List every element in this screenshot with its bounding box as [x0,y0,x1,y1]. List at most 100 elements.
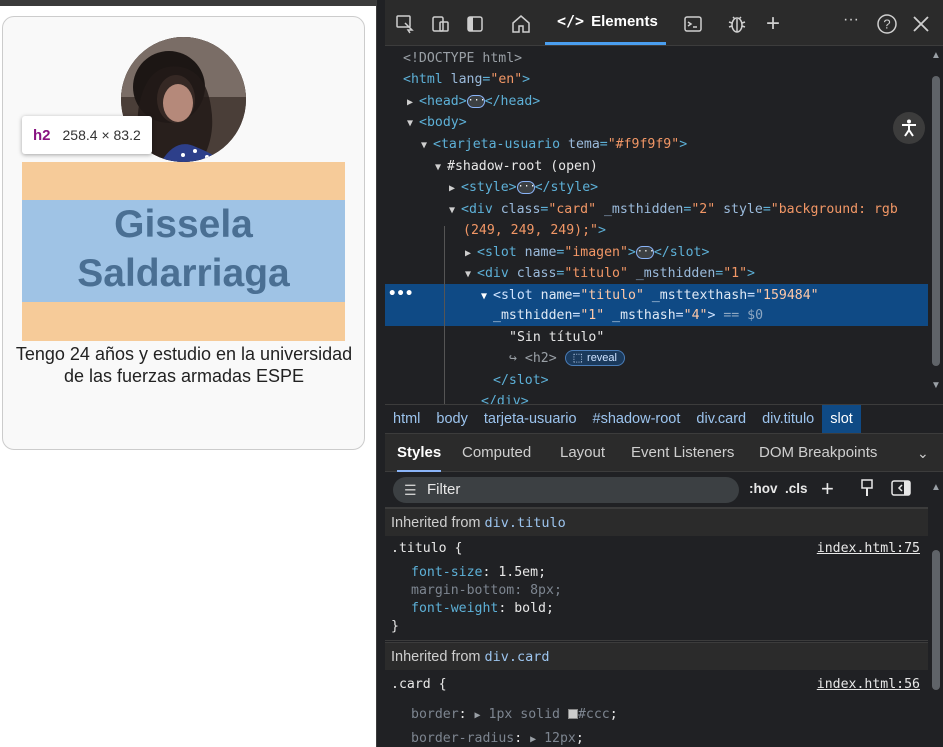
scroll-down-arrow-icon[interactable]: ▼ [931,380,941,391]
collapsed-content-icon[interactable]: ··· [635,245,655,259]
dom-line-shadow-root[interactable]: ▼ #shadow-root (open) [435,156,598,177]
slot-close-tag: </slot> [493,373,549,388]
dom-line-div-card-cont[interactable]: (249, 249, 249);"> [463,220,606,241]
collapse-triangle-icon[interactable]: ▼ [465,264,477,285]
dom-line-html[interactable]: <html lang="en"> [403,69,530,90]
add-tab-icon[interactable]: + [761,10,785,37]
dom-line-slot-end[interactable]: </slot> [493,370,549,391]
dock-side-icon[interactable] [463,12,487,36]
tab-dom-breakpoints[interactable]: DOM Breakpoints [759,434,877,472]
collapse-triangle-icon[interactable]: ▼ [435,157,447,178]
expand-triangle-icon[interactable]: ▶ [449,178,461,199]
dom-line-head[interactable]: ▶ <head>···</head> [407,91,540,112]
scroll-up-arrow-icon[interactable]: ▲ [931,50,941,61]
css-declaration[interactable]: font-size: 1.5em; [411,564,546,582]
console-icon[interactable] [681,12,705,36]
collapse-triangle-icon[interactable]: ▼ [421,135,433,156]
tab-elements-label: Elements [591,12,658,30]
inherited-section-header: Inherited from div.card [385,642,928,670]
device-emulation-icon[interactable] [429,12,453,36]
dom-line-div-card[interactable]: ▼ <div class="card" _msthidden="2" style=… [449,199,898,220]
tab-computed[interactable]: Computed [462,434,531,472]
css-declaration[interactable]: font-weight: bold; [411,600,554,618]
expand-triangle-icon[interactable]: ▶ [407,92,419,113]
chevron-down-icon[interactable]: ⌄ [917,434,929,472]
accessibility-icon[interactable] [893,112,925,144]
inherited-selector-link[interactable]: div.titulo [485,515,566,531]
close-icon[interactable] [909,12,933,36]
devtools-toolbar: </> Elements + ··· ? [385,0,943,46]
dom-line-style[interactable]: ▶ <style>···</style> [449,177,598,198]
rule-selector[interactable]: .titulo { [391,540,462,558]
style-rules-pane[interactable]: Inherited from div.titulo .titulo { inde… [385,508,928,747]
inherited-label: Inherited from [391,649,481,665]
breadcrumb-item[interactable]: html [385,405,428,433]
tab-layout[interactable]: Layout [560,434,605,472]
node-options-icon[interactable]: ••• [388,286,413,302]
reveal-icon: ⬚ [572,351,584,364]
collapse-triangle-icon[interactable]: ▼ [407,113,419,134]
inspect-icon[interactable] [393,12,417,36]
expand-triangle-icon[interactable]: ▶ [465,243,477,264]
dom-line-selected-slot-cont[interactable]: _msthidden="1" _msthash="4"> == $0 [493,305,763,326]
dom-tree-scrollbar[interactable]: ▲ ▼ [928,46,943,404]
style-close-tag: </style> [534,180,599,195]
scroll-up-arrow-icon[interactable]: ▲ [931,482,941,493]
dom-line-h2-ref[interactable]: ↪ <h2> ⬚ reveal [509,348,625,369]
hov-button[interactable]: :hov [749,481,778,496]
dom-tree[interactable]: ••• <!DOCTYPE html> <html lang="en"> ▶ <h… [385,46,929,404]
breadcrumb-item[interactable]: div.card [688,405,754,433]
dom-line-selected-slot[interactable]: ▼ <slot name="titulo" _msttexthash="15948… [481,285,819,306]
breadcrumb-item[interactable]: body [428,405,475,433]
custom-element-attr-value: "#f9f9f9" [607,137,680,152]
dom-line-slot-imagen[interactable]: ▶ <slot name="imagen">···</slot> [465,242,709,263]
dom-line-div-titulo[interactable]: ▼ <div class="titulo" _msthidden="1"> [465,263,755,284]
head-tag: <head> [419,94,467,109]
help-icon[interactable]: ? [875,12,899,36]
paint-brush-icon[interactable] [859,478,875,501]
collapsed-content-icon[interactable]: ··· [466,94,486,108]
breadcrumb-item[interactable]: div.titulo [754,405,822,433]
welcome-home-icon[interactable] [509,12,533,36]
scrollbar-thumb[interactable] [932,550,940,690]
css-declaration-inactive[interactable]: margin-bottom: 8px; [411,582,562,600]
collapsed-content-icon[interactable]: ··· [516,180,536,194]
dom-line-body[interactable]: ▼ <body> [407,112,467,133]
breadcrumb-item[interactable]: #shadow-root [585,405,689,433]
collapse-triangle-icon[interactable]: ▼ [481,286,493,307]
expand-shorthand-icon[interactable]: ▶ [530,734,536,745]
dom-line-tarjeta-usuario[interactable]: ▼ <tarjeta-usuario tema="#f9f9f9"> [421,134,687,155]
rule-source-link[interactable]: index.html:56 [817,676,920,694]
attr-name: class [516,266,557,281]
dom-line-div-end[interactable]: </div> [481,391,529,404]
inherited-selector-link[interactable]: div.card [485,649,550,665]
rule-source-link[interactable]: index.html:75 [817,540,920,558]
tab-event-listeners[interactable]: Event Listeners [631,434,734,472]
tab-elements[interactable]: </> Elements [545,0,666,45]
tab-styles[interactable]: Styles [397,434,442,472]
breadcrumb-item-active[interactable]: slot [822,405,861,433]
add-rule-icon[interactable]: + [821,476,834,502]
breadcrumb-item[interactable]: tarjeta-usuario [476,405,585,433]
rules-scrollbar[interactable]: ▲ [928,472,943,747]
expand-shorthand-icon[interactable]: ▶ [475,710,481,721]
div-card-tag: <div [461,202,493,217]
attr-name: _msttexthash [651,288,748,303]
scrollbar-thumb[interactable] [932,76,940,366]
cls-button[interactable]: .cls [785,481,808,496]
sources-bug-icon[interactable] [725,12,749,36]
attr-value: "159484" [755,288,819,303]
filter-input[interactable]: ☰ Filter [393,477,739,503]
dom-line-doctype[interactable]: <!DOCTYPE html> [403,48,522,69]
attr-value-continued: (249, 249, 249);" [463,223,598,238]
color-swatch[interactable] [567,709,578,719]
div-titulo-tag: <div [477,266,509,281]
css-declaration-inactive[interactable]: border: ▶ 1px solid #ccc; [411,706,618,724]
collapse-triangle-icon[interactable]: ▼ [449,200,461,221]
reveal-button[interactable]: ⬚ reveal [564,350,625,366]
more-options-icon[interactable]: ··· [839,8,863,32]
rule-selector[interactable]: .card { [391,676,447,694]
css-declaration-inactive[interactable]: border-radius: ▶ 12px; [411,730,584,747]
toggle-sidebar-icon[interactable] [891,479,911,500]
dom-line-text-node[interactable]: "Sin título" [509,327,604,348]
